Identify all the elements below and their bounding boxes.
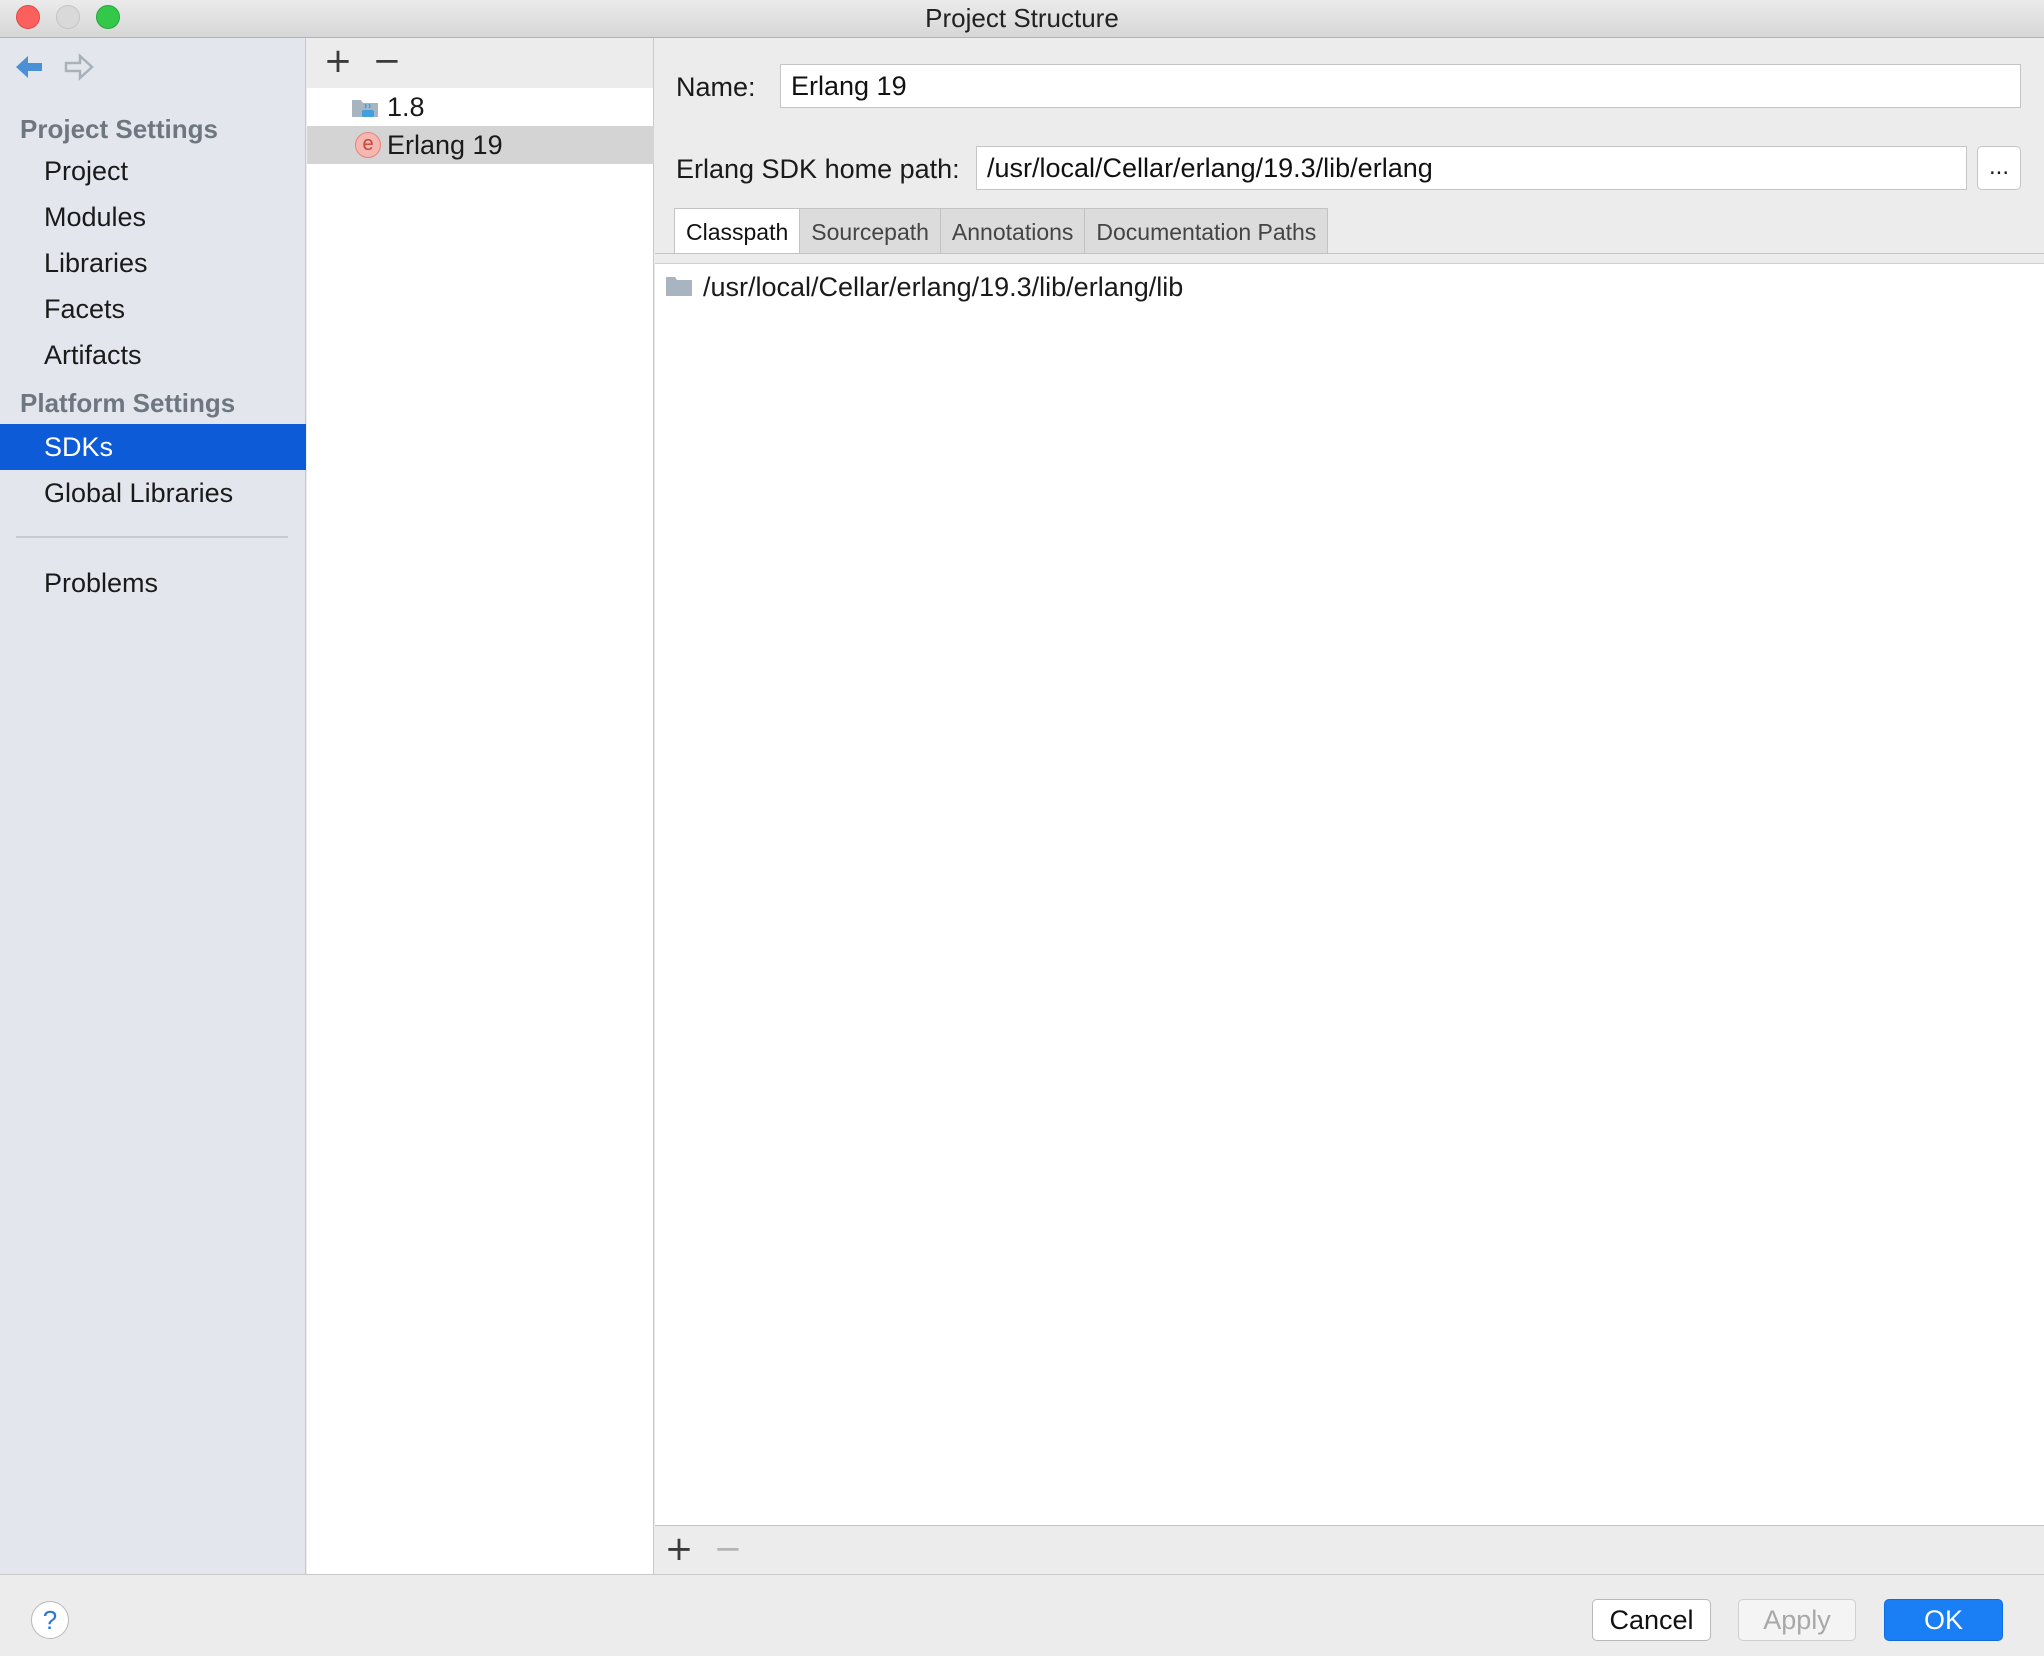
window-title: Project Structure (925, 3, 1119, 33)
remove-path-button[interactable]: − (710, 1532, 746, 1568)
home-path-label: Erlang SDK home path: (676, 154, 960, 184)
classpath-toolbar: + − (655, 1525, 2044, 1574)
sdk-detail-panel: Name: Erlang 19 Erlang SDK home path: /u… (655, 38, 2044, 1574)
remove-sdk-button[interactable]: − (369, 44, 405, 80)
add-path-button[interactable]: + (661, 1532, 697, 1568)
forward-arrow-icon[interactable] (62, 50, 96, 84)
project-settings-heading: Project Settings (20, 114, 218, 144)
cancel-button[interactable]: Cancel (1592, 1599, 1711, 1641)
java-sdk-folder-icon (352, 100, 378, 117)
classpath-entry-label: /usr/local/Cellar/erlang/19.3/lib/erlang… (703, 272, 1184, 302)
nav-divider (16, 536, 288, 538)
folder-icon (666, 277, 692, 296)
tab-divider (655, 253, 2044, 254)
sdk-item-java-label: 1.8 (387, 92, 425, 122)
tab-annotations[interactable]: Annotations (940, 208, 1086, 254)
tab-classpath[interactable]: Classpath (674, 208, 801, 254)
nav-item-facets[interactable]: Facets (0, 286, 306, 332)
path-tabs: Classpath Sourcepath Annotations Documen… (674, 208, 1329, 254)
add-sdk-button[interactable]: + (320, 44, 356, 80)
title-bar: Project Structure (0, 0, 2044, 38)
nav-item-artifacts[interactable]: Artifacts (0, 332, 306, 378)
nav-item-problems[interactable]: Problems (0, 560, 306, 606)
help-button[interactable]: ? (31, 1601, 69, 1639)
sdk-item-erlang[interactable]: e Erlang 19 (307, 126, 654, 164)
apply-button[interactable]: Apply (1738, 1599, 1856, 1641)
sdk-home-path-field[interactable]: /usr/local/Cellar/erlang/19.3/lib/erlang (976, 146, 1967, 190)
settings-sidebar: Project Settings Project Modules Librari… (0, 38, 306, 1574)
ok-button[interactable]: OK (1884, 1599, 2003, 1641)
browse-button[interactable]: ... (1977, 146, 2021, 190)
back-arrow-icon[interactable] (12, 50, 46, 84)
nav-item-modules[interactable]: Modules (0, 194, 306, 240)
tab-documentation-paths[interactable]: Documentation Paths (1085, 208, 1329, 254)
sdk-list-panel: + − 1.8 e Erlang 19 (307, 38, 654, 1574)
nav-item-global-libraries[interactable]: Global Libraries (0, 470, 306, 516)
tab-sourcepath[interactable]: Sourcepath (800, 208, 941, 254)
nav-item-sdks[interactable]: SDKs (0, 424, 306, 470)
nav-item-project[interactable]: Project (0, 148, 306, 194)
nav-item-libraries[interactable]: Libraries (0, 240, 306, 286)
sdk-list-toolbar: + − (307, 38, 653, 88)
sdk-name-field[interactable]: Erlang 19 (780, 64, 2021, 108)
platform-settings-heading: Platform Settings (20, 388, 236, 418)
sdk-item-java[interactable]: 1.8 (307, 88, 654, 126)
dialog-footer: ? Cancel Apply OK (0, 1574, 2044, 1656)
list-item[interactable]: /usr/local/Cellar/erlang/19.3/lib/erlang… (661, 268, 1183, 306)
erlang-icon: e (355, 132, 381, 158)
classpath-list: /usr/local/Cellar/erlang/19.3/lib/erlang… (655, 263, 2044, 1525)
name-label: Name: (676, 72, 756, 102)
sdk-item-erlang-label: Erlang 19 (387, 130, 503, 160)
